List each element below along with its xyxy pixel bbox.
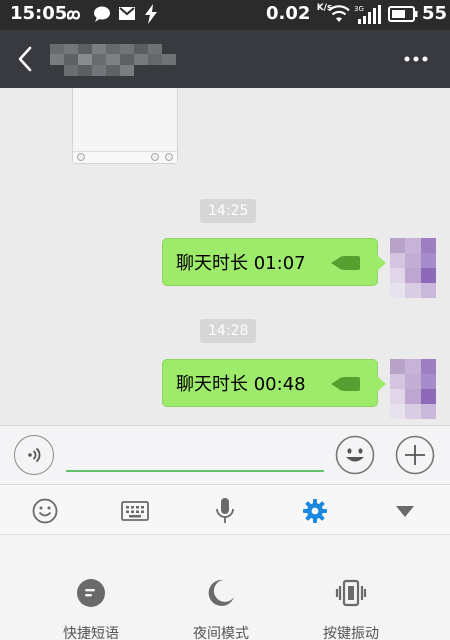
night-mode-button[interactable]: 夜间模式 — [171, 577, 271, 640]
video-call-message[interactable]: 聊天时长 01:07 — [162, 238, 386, 286]
network-speed: 0.02 K/s — [266, 3, 333, 24]
contact-name-blurred — [50, 44, 176, 76]
emoji-button[interactable] — [335, 435, 375, 475]
more-functions-button[interactable] — [395, 435, 435, 475]
network-type: 3G — [354, 5, 364, 13]
call-duration-text: 聊天时长 01:07 — [176, 253, 306, 274]
input-bar — [0, 425, 450, 485]
plus-icon — [395, 435, 435, 475]
status-time: 15:05 — [10, 3, 68, 24]
night-mode-icon — [208, 579, 234, 606]
my-avatar[interactable] — [390, 238, 436, 298]
toolbar-voice-button[interactable] — [211, 497, 239, 525]
keyboard-icon — [121, 501, 149, 521]
voice-icon — [28, 447, 41, 463]
message-input[interactable] — [66, 436, 324, 472]
chat-bubble-icon — [94, 6, 110, 22]
more-horizontal-icon — [404, 56, 428, 62]
quick-phrase-button[interactable]: 快捷短语 — [41, 577, 141, 640]
zoom-in-icon — [165, 153, 173, 161]
previous-image-message[interactable] — [72, 88, 178, 164]
status-bar: 15:05 0.02 K/s 3G 55 — [0, 0, 450, 30]
toolbar-settings-button[interactable] — [301, 497, 329, 525]
bubble-tail — [377, 255, 386, 271]
vibration-icon — [335, 579, 367, 607]
bubble-tail — [377, 376, 386, 392]
wifi-icon — [328, 5, 350, 22]
key-vibration-label: 按键振动 — [323, 626, 379, 640]
emoji-icon — [32, 498, 58, 524]
image-preview-bar — [73, 151, 177, 163]
settings-icon — [303, 499, 327, 523]
keyboard-quick-panel: 快捷短语 夜间模式 按键振动 — [0, 535, 450, 640]
quick-phrase-label: 快捷短语 — [63, 626, 119, 640]
infinity-icon — [66, 10, 81, 20]
keyboard-toolbar — [0, 485, 450, 535]
toolbar-collapse-button[interactable] — [391, 497, 419, 525]
my-avatar[interactable] — [390, 359, 436, 419]
mail-icon — [119, 7, 135, 20]
image-icon — [151, 153, 159, 161]
chat-header — [0, 30, 450, 88]
night-mode-label: 夜间模式 — [193, 626, 249, 640]
zoom-out-icon — [77, 153, 85, 161]
message-list[interactable]: 14:25 聊天时长 01:07 14:28 聊天时长 00:48 — [0, 88, 450, 425]
battery-icon — [388, 6, 418, 22]
flash-icon — [145, 4, 157, 24]
collapse-icon — [396, 506, 414, 517]
video-call-icon — [331, 256, 360, 270]
more-button[interactable] — [398, 44, 434, 74]
chevron-left-icon — [18, 46, 32, 72]
toolbar-emoji-button[interactable] — [31, 497, 59, 525]
back-button[interactable] — [10, 43, 42, 75]
cellular-signal-icon: 3G — [354, 5, 381, 24]
key-vibration-button[interactable]: 按键振动 — [301, 577, 401, 640]
toolbar-keyboard-button[interactable] — [121, 497, 149, 525]
call-duration-text: 聊天时长 00:48 — [176, 374, 306, 395]
voice-input-button[interactable] — [14, 435, 54, 475]
message-timestamp: 14:25 — [200, 199, 257, 223]
quick-phrase-icon — [77, 579, 105, 607]
microphone-icon — [216, 498, 234, 523]
message-timestamp: 14:28 — [200, 319, 257, 343]
battery-level: 55 — [422, 3, 448, 24]
emoji-icon — [335, 435, 375, 475]
video-call-icon — [331, 377, 360, 391]
video-call-message[interactable]: 聊天时长 00:48 — [162, 359, 386, 407]
